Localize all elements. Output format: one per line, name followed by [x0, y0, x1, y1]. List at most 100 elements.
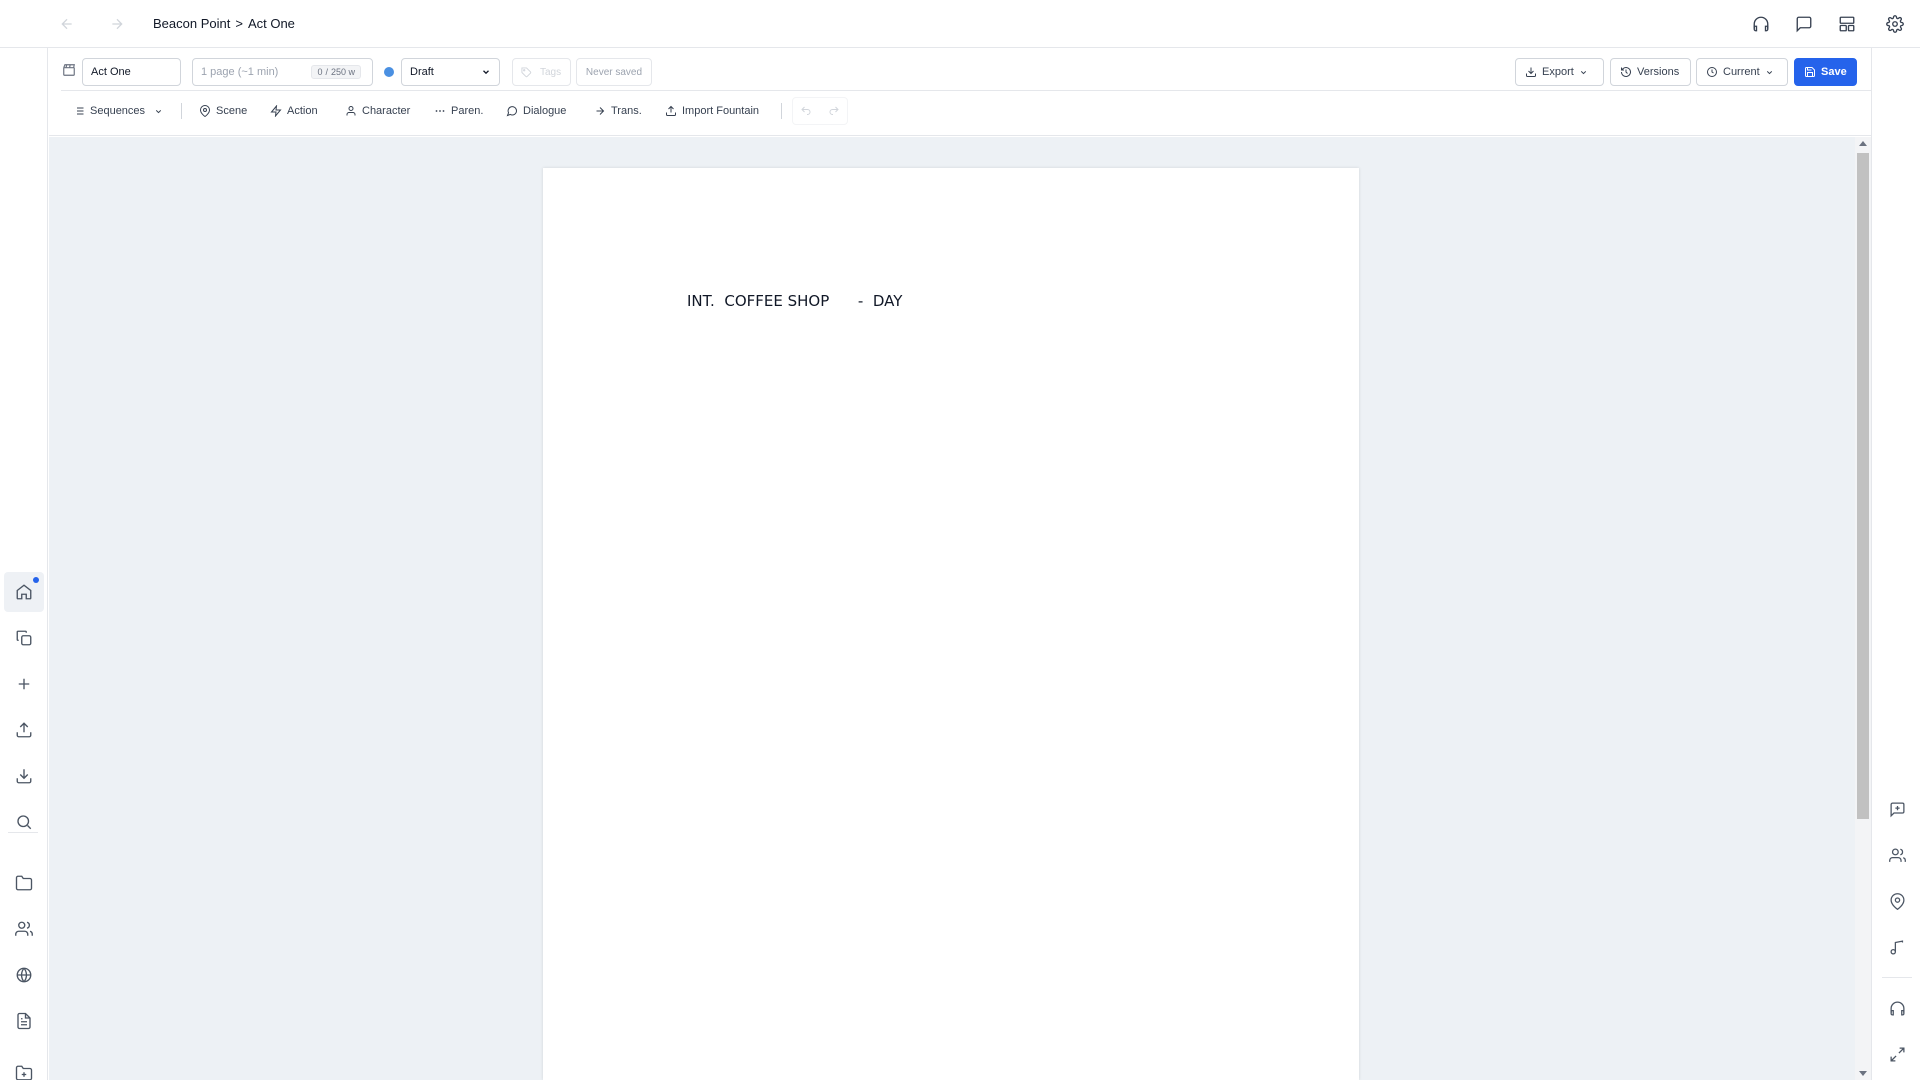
scroll-down-arrow[interactable] [1859, 1071, 1867, 1076]
toolbar-divider [181, 103, 182, 119]
scene-time: DAY [872, 292, 903, 310]
gear-icon[interactable] [1884, 13, 1906, 35]
toolbar-divider [781, 103, 782, 119]
arrow-right-icon [594, 105, 606, 117]
breadcrumb-separator: > [235, 16, 243, 31]
document-header: 1 page (~1 min) 0 / 250 w Draft Tags Nev… [49, 48, 1871, 136]
word-count-separator: / [325, 67, 328, 77]
tags-placeholder: Tags [540, 66, 562, 78]
scene-heading[interactable]: INT. COFFEE SHOP - DAY [687, 292, 902, 310]
arrow-right-icon[interactable] [105, 12, 129, 36]
music-icon[interactable] [1885, 935, 1909, 959]
page-estimate: 1 page (~1 min) [201, 66, 279, 78]
import-fountain-button[interactable]: Import Fountain [665, 99, 759, 123]
export-label: Export [1542, 66, 1574, 78]
sidebar-divider [1882, 977, 1912, 978]
zap-icon [270, 105, 282, 117]
message-square-icon[interactable] [1793, 13, 1815, 35]
chevron-down-icon [154, 107, 163, 116]
clock-icon [1706, 66, 1718, 78]
save-icon [1804, 66, 1816, 78]
notification-dot [33, 577, 39, 583]
save-label: Save [1821, 66, 1847, 78]
dialogue-label: Dialogue [523, 105, 567, 117]
tag-icon [521, 66, 532, 78]
home-icon[interactable] [4, 572, 44, 612]
headphones-icon[interactable] [1750, 13, 1772, 35]
top-bar: Beacon Point > Act One [0, 0, 1920, 48]
sequences-label: Sequences [90, 105, 146, 117]
search-icon[interactable] [4, 802, 44, 842]
versions-button[interactable]: Versions [1610, 58, 1691, 86]
word-count-badge: 0 / 250 w [311, 65, 361, 79]
chevron-down-icon [1579, 68, 1588, 77]
headphones-icon[interactable] [1885, 996, 1909, 1020]
download-icon[interactable] [4, 756, 44, 796]
document-title-input[interactable] [82, 58, 181, 86]
page-estimate-field[interactable]: 1 page (~1 min) 0 / 250 w [192, 58, 373, 86]
tags-field[interactable]: Tags [512, 58, 571, 86]
arrow-left-icon[interactable] [55, 12, 79, 36]
map-pin-icon[interactable] [1885, 889, 1909, 913]
layout-grid-icon[interactable] [1836, 13, 1858, 35]
versions-label: Versions [1637, 66, 1680, 78]
map-pin-icon [199, 105, 211, 117]
chevron-down-icon [481, 67, 491, 77]
current-version-button[interactable]: Current [1696, 58, 1788, 86]
save-button[interactable]: Save [1794, 58, 1857, 86]
upload-icon [665, 105, 677, 117]
chevron-down-icon [1765, 68, 1774, 77]
save-state-badge: Never saved [576, 58, 652, 86]
action-label: Action [287, 105, 318, 117]
plus-icon[interactable] [4, 664, 44, 704]
right-sidebar [1871, 48, 1920, 1080]
vertical-scrollbar[interactable] [1855, 137, 1871, 1080]
redo-icon[interactable] [828, 105, 840, 117]
scroll-up-arrow[interactable] [1859, 141, 1867, 146]
users-icon[interactable] [1885, 843, 1909, 867]
status-selected: Draft [410, 66, 434, 78]
character-label: Character [362, 105, 411, 117]
users-icon[interactable] [4, 909, 44, 949]
undo-icon[interactable] [800, 105, 812, 117]
transition-button[interactable]: Trans. [594, 99, 642, 123]
user-icon [345, 105, 357, 117]
upload-icon[interactable] [4, 710, 44, 750]
breadcrumb-document: Act One [247, 16, 295, 31]
scene-location: COFFEE SHOP [724, 292, 830, 310]
scene-button[interactable]: Scene [199, 99, 247, 123]
scene-separator: - [857, 292, 864, 310]
status-select[interactable]: Draft [401, 58, 500, 86]
more-horizontal-icon [434, 105, 446, 117]
list-icon [73, 105, 85, 117]
export-button[interactable]: Export [1515, 58, 1604, 86]
sequences-dropdown[interactable]: Sequences [73, 99, 163, 123]
breadcrumb: Beacon Point > Act One [153, 16, 295, 31]
scene-prefix: INT. [687, 292, 715, 310]
parenthetical-button[interactable]: Paren. [434, 99, 483, 123]
clapperboard-icon [62, 63, 76, 77]
character-button[interactable]: Character [345, 99, 410, 123]
word-count-target: 250 w [330, 67, 355, 77]
folder-plus-icon[interactable] [4, 1053, 44, 1080]
save-state: Never saved [585, 66, 643, 78]
message-plus-icon[interactable] [1885, 797, 1909, 821]
copy-icon[interactable] [4, 618, 44, 658]
script-page[interactable]: INT. COFFEE SHOP - DAY [543, 168, 1359, 1080]
transition-label: Trans. [611, 105, 642, 117]
message-circle-icon [506, 105, 518, 117]
sidebar-divider [8, 832, 38, 833]
dialogue-button[interactable]: Dialogue [506, 99, 566, 123]
globe-icon[interactable] [4, 955, 44, 995]
import-fountain-label: Import Fountain [682, 105, 760, 117]
status-color-dot [384, 67, 394, 77]
maximize-icon[interactable] [1885, 1042, 1909, 1066]
folder-icon[interactable] [4, 863, 44, 903]
history-icon [1620, 66, 1632, 78]
undo-redo-group [792, 97, 848, 125]
parenthetical-label: Paren. [451, 105, 484, 117]
scrollbar-thumb[interactable] [1857, 153, 1869, 819]
action-button[interactable]: Action [270, 99, 318, 123]
file-text-icon[interactable] [4, 1001, 44, 1041]
breadcrumb-project[interactable]: Beacon Point [153, 16, 230, 31]
